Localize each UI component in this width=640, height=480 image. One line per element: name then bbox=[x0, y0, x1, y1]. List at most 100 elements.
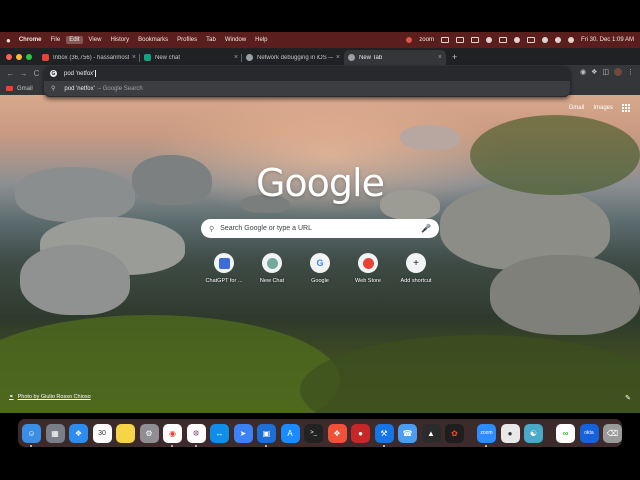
menubar-extra-icon[interactable] bbox=[513, 37, 520, 43]
background-rock bbox=[400, 125, 460, 150]
reload-icon[interactable]: C bbox=[30, 69, 43, 78]
omnibox-input[interactable]: G pod 'netfox' bbox=[44, 66, 570, 81]
menu-profiles[interactable]: Profiles bbox=[177, 37, 197, 43]
text-caret bbox=[95, 70, 97, 77]
close-tab-icon[interactable]: × bbox=[438, 54, 442, 61]
tab-new-chat[interactable]: New chat × bbox=[140, 50, 242, 65]
upwork-icon[interactable]: ∞ bbox=[556, 423, 575, 443]
safari-icon[interactable]: ❖ bbox=[69, 423, 88, 443]
menu-view[interactable]: View bbox=[89, 37, 102, 43]
swift-icon[interactable]: ❖ bbox=[327, 423, 347, 443]
tab-network-debugging[interactable]: Network debugging in iOS — n... × bbox=[242, 50, 344, 65]
zoom-window-button[interactable] bbox=[26, 53, 32, 60]
system-settings-icon[interactable]: ⚙ bbox=[139, 423, 159, 443]
dock-area: ☺ ▦ ❖ 30 ⚙ ◉ ❊ ↔ ➤ ▣ A >_ ❖ ● ⚒ ☎ ▲ ✿ zo… bbox=[0, 413, 640, 480]
menubar-clock[interactable]: Fri 30. Dec 1:09 AM bbox=[581, 37, 634, 43]
launchpad-icon[interactable]: ▦ bbox=[45, 423, 65, 443]
customize-pencil-icon[interactable]: ✎ bbox=[625, 394, 631, 402]
proxyman-icon[interactable]: ● bbox=[500, 423, 520, 443]
menu-edit[interactable]: Edit bbox=[66, 36, 83, 44]
shortcut-web-store[interactable]: Web Store bbox=[344, 253, 392, 284]
shortcut-new-chat[interactable]: New Chat bbox=[248, 253, 296, 284]
close-tab-icon[interactable]: × bbox=[132, 54, 136, 61]
instruments-icon[interactable]: ▲ bbox=[421, 423, 441, 443]
calendar-icon[interactable]: 30 bbox=[92, 423, 112, 443]
chatgpt-icon bbox=[214, 253, 234, 273]
side-panel-icon[interactable]: ◫ bbox=[602, 68, 609, 76]
zoom-status-label[interactable]: zoom bbox=[419, 37, 434, 43]
search-placeholder[interactable]: Search Google or type a URL bbox=[220, 225, 421, 232]
screen-bezel bbox=[0, 0, 640, 32]
record-status-icon[interactable] bbox=[406, 37, 413, 43]
chrome-icon[interactable]: ◉ bbox=[163, 423, 182, 447]
extension-icon[interactable]: ◉ bbox=[580, 68, 586, 76]
photo-credit-link[interactable]: ⚭ Photo by Giulio Rosso Chioso bbox=[9, 394, 91, 400]
notes-icon[interactable] bbox=[116, 423, 135, 443]
battery-icon[interactable] bbox=[526, 37, 535, 43]
paw-icon[interactable]: ☯ bbox=[524, 423, 543, 443]
record-icon[interactable]: ● bbox=[351, 423, 370, 443]
omnibox-query-text[interactable]: pod 'netfox' bbox=[64, 71, 94, 77]
terminal-icon[interactable]: >_ bbox=[304, 423, 323, 443]
minimize-window-button[interactable] bbox=[16, 53, 22, 60]
background-foliage bbox=[300, 335, 640, 413]
menu-help[interactable]: Help bbox=[255, 37, 267, 43]
gmail-link[interactable]: Gmail bbox=[569, 105, 585, 111]
forward-arrow-icon[interactable]: → bbox=[17, 69, 30, 78]
close-tab-icon[interactable]: × bbox=[234, 54, 238, 61]
zoom-icon[interactable]: zoom bbox=[477, 423, 496, 447]
microphone-icon[interactable]: 🎤 bbox=[421, 224, 431, 233]
shortcut-google[interactable]: G Google bbox=[296, 253, 344, 284]
search-icon: ⚲ bbox=[209, 225, 215, 233]
back-arrow-icon[interactable]: ← bbox=[4, 69, 17, 78]
omnibox-dropdown[interactable]: G pod 'netfox' ⚲ pod 'netfox' – Google S… bbox=[44, 66, 570, 97]
menubar-extra-icon[interactable] bbox=[485, 37, 492, 43]
omnibox-suggestion[interactable]: ⚲ pod 'netfox' – Google Search bbox=[44, 81, 570, 96]
menubar-extra-icon[interactable] bbox=[470, 37, 479, 43]
okta-icon[interactable]: okta bbox=[579, 423, 599, 443]
menu-history[interactable]: History bbox=[110, 37, 129, 43]
shortcut-chatgpt[interactable]: ChatGPT for ... bbox=[200, 253, 248, 284]
web-store-icon bbox=[358, 253, 378, 273]
menubar-extra-icon[interactable] bbox=[455, 37, 464, 43]
control-center-icon[interactable] bbox=[567, 37, 574, 43]
simulator-icon[interactable]: ☎ bbox=[398, 423, 417, 443]
tab-gmail-inbox[interactable]: Inbox (36,756) - hassanmostaf... × bbox=[38, 50, 140, 65]
google-logo: Google bbox=[255, 161, 385, 205]
profile-avatar[interactable] bbox=[614, 68, 622, 76]
bookmark-gmail[interactable]: Gmail bbox=[17, 86, 33, 92]
wifi-icon[interactable] bbox=[541, 37, 548, 43]
trash-icon[interactable]: ⌫ bbox=[603, 423, 622, 443]
spotlight-icon[interactable] bbox=[554, 37, 561, 43]
menu-chrome[interactable]: Chrome bbox=[19, 37, 42, 43]
teamviewer-icon[interactable]: ↔ bbox=[210, 423, 229, 443]
close-tab-icon[interactable]: × bbox=[336, 54, 340, 61]
close-window-button[interactable] bbox=[6, 53, 12, 60]
images-link[interactable]: Images bbox=[593, 105, 613, 111]
maps-icon[interactable]: ➤ bbox=[233, 423, 253, 443]
search-box[interactable]: ⚲ Search Google or type a URL 🎤 bbox=[201, 219, 439, 238]
shortcut-add[interactable]: + Add shortcut bbox=[392, 253, 440, 284]
xcode-helper-icon[interactable]: ▣ bbox=[257, 423, 276, 447]
extensions-puzzle-icon[interactable]: ❖ bbox=[591, 68, 597, 76]
search-icon: ⚲ bbox=[51, 86, 56, 92]
apple-menu-icon[interactable]: ● bbox=[6, 36, 11, 45]
tab-new-tab[interactable]: New Tab × bbox=[344, 50, 446, 65]
shortcut-label: Google bbox=[311, 278, 329, 284]
google-apps-icon[interactable] bbox=[622, 104, 630, 112]
more-menu-icon[interactable]: ⋮ bbox=[627, 68, 634, 76]
app-store-icon[interactable]: A bbox=[280, 423, 300, 443]
chatgpt-favicon-icon bbox=[144, 54, 151, 61]
menu-window[interactable]: Window bbox=[225, 37, 246, 43]
menu-tab[interactable]: Tab bbox=[206, 37, 216, 43]
figma-icon[interactable]: ✿ bbox=[445, 423, 464, 443]
input-source-icon[interactable] bbox=[498, 37, 507, 43]
slack-icon[interactable]: ❊ bbox=[186, 423, 206, 447]
menu-file[interactable]: File bbox=[51, 37, 61, 43]
menubar-extra-icon[interactable] bbox=[440, 37, 449, 43]
menu-bookmarks[interactable]: Bookmarks bbox=[138, 37, 168, 43]
photo-credit-text[interactable]: Photo by Giulio Rosso Chioso bbox=[18, 394, 91, 400]
xcode-icon[interactable]: ⚒ bbox=[374, 423, 394, 447]
finder-icon[interactable]: ☺ bbox=[22, 423, 41, 447]
new-tab-button[interactable]: + bbox=[452, 50, 457, 65]
